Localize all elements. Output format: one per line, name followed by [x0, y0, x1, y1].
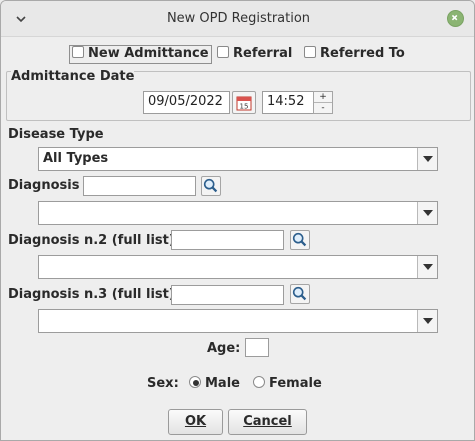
diagnosis-label: Diagnosis [8, 178, 80, 193]
diagnosis-select[interactable] [38, 201, 438, 225]
sex-male-radio[interactable]: Male [189, 376, 240, 391]
admittance-date-field[interactable]: 09/05/2022 [143, 91, 230, 114]
dropdown-arrow[interactable] [417, 202, 437, 224]
dropdown-arrow[interactable] [417, 256, 437, 278]
search-icon [292, 286, 307, 301]
diagnosis3-search-input[interactable] [171, 285, 284, 305]
dropdown-arrow[interactable] [417, 148, 437, 170]
sex-female-radio[interactable]: Female [253, 376, 322, 391]
close-icon[interactable] [447, 10, 464, 27]
cancel-button-label: Cancel [243, 414, 292, 429]
calendar-icon: 15 [236, 96, 252, 111]
referral-label: Referral [233, 46, 293, 61]
diagnosis2-search-button[interactable] [290, 230, 310, 250]
diagnosis-search-button[interactable] [201, 176, 221, 196]
diagnosis2-label: Diagnosis n.2 (full list) [8, 233, 175, 248]
diagnosis3-select[interactable] [38, 309, 438, 333]
chevron-down-icon [423, 156, 433, 162]
sex-label: Sex: [147, 376, 179, 391]
new-admittance-label: New Admittance [88, 46, 209, 61]
diagnosis3-search-button[interactable] [290, 284, 310, 304]
referred-to-label: Referred To [320, 46, 405, 61]
disease-type-value: All Types [43, 151, 109, 166]
referred-to-box[interactable] [304, 46, 316, 58]
diagnosis2-select[interactable] [38, 255, 438, 279]
time-decrement[interactable]: - [314, 104, 332, 114]
window-title: New OPD Registration [166, 11, 311, 26]
chevron-down-icon [423, 264, 433, 270]
chevron-down-icon [423, 210, 433, 216]
new-admittance-checkbox[interactable]: New Admittance [69, 45, 212, 64]
male-radio-button[interactable] [189, 376, 201, 388]
dialog-window: New OPD Registration New Admittance Refe… [0, 0, 475, 441]
time-spinner[interactable]: + - [313, 91, 333, 114]
diagnosis-search-input[interactable] [83, 176, 196, 196]
svg-text:15: 15 [240, 103, 249, 111]
referral-checkbox[interactable]: Referral [217, 46, 292, 61]
diagnosis2-search-input[interactable] [171, 230, 284, 250]
referral-box[interactable] [217, 46, 229, 58]
female-label: Female [269, 376, 322, 391]
referred-to-checkbox[interactable]: Referred To [304, 46, 405, 61]
ok-button-label: OK [184, 414, 207, 429]
cancel-button[interactable]: Cancel [228, 409, 307, 435]
new-admittance-box[interactable] [72, 46, 84, 58]
calendar-button[interactable]: 15 [232, 91, 256, 114]
female-radio-button[interactable] [253, 376, 265, 388]
admittance-date-label: Admittance Date [11, 69, 135, 84]
age-input[interactable] [245, 338, 269, 357]
search-icon [203, 178, 218, 193]
diagnosis3-label: Diagnosis n.3 (full list) [8, 287, 175, 302]
title-bar[interactable]: New OPD Registration [1, 1, 474, 37]
admittance-time-field[interactable]: 14:52 [262, 91, 314, 114]
male-label: Male [205, 376, 240, 391]
disease-type-label: Disease Type [8, 127, 104, 142]
search-icon [292, 232, 307, 247]
ok-button[interactable]: OK [168, 409, 223, 435]
dropdown-arrow[interactable] [417, 310, 437, 332]
disease-type-select[interactable]: All Types [38, 147, 438, 171]
age-label: Age: [207, 341, 241, 356]
chevron-down-icon [423, 318, 433, 324]
